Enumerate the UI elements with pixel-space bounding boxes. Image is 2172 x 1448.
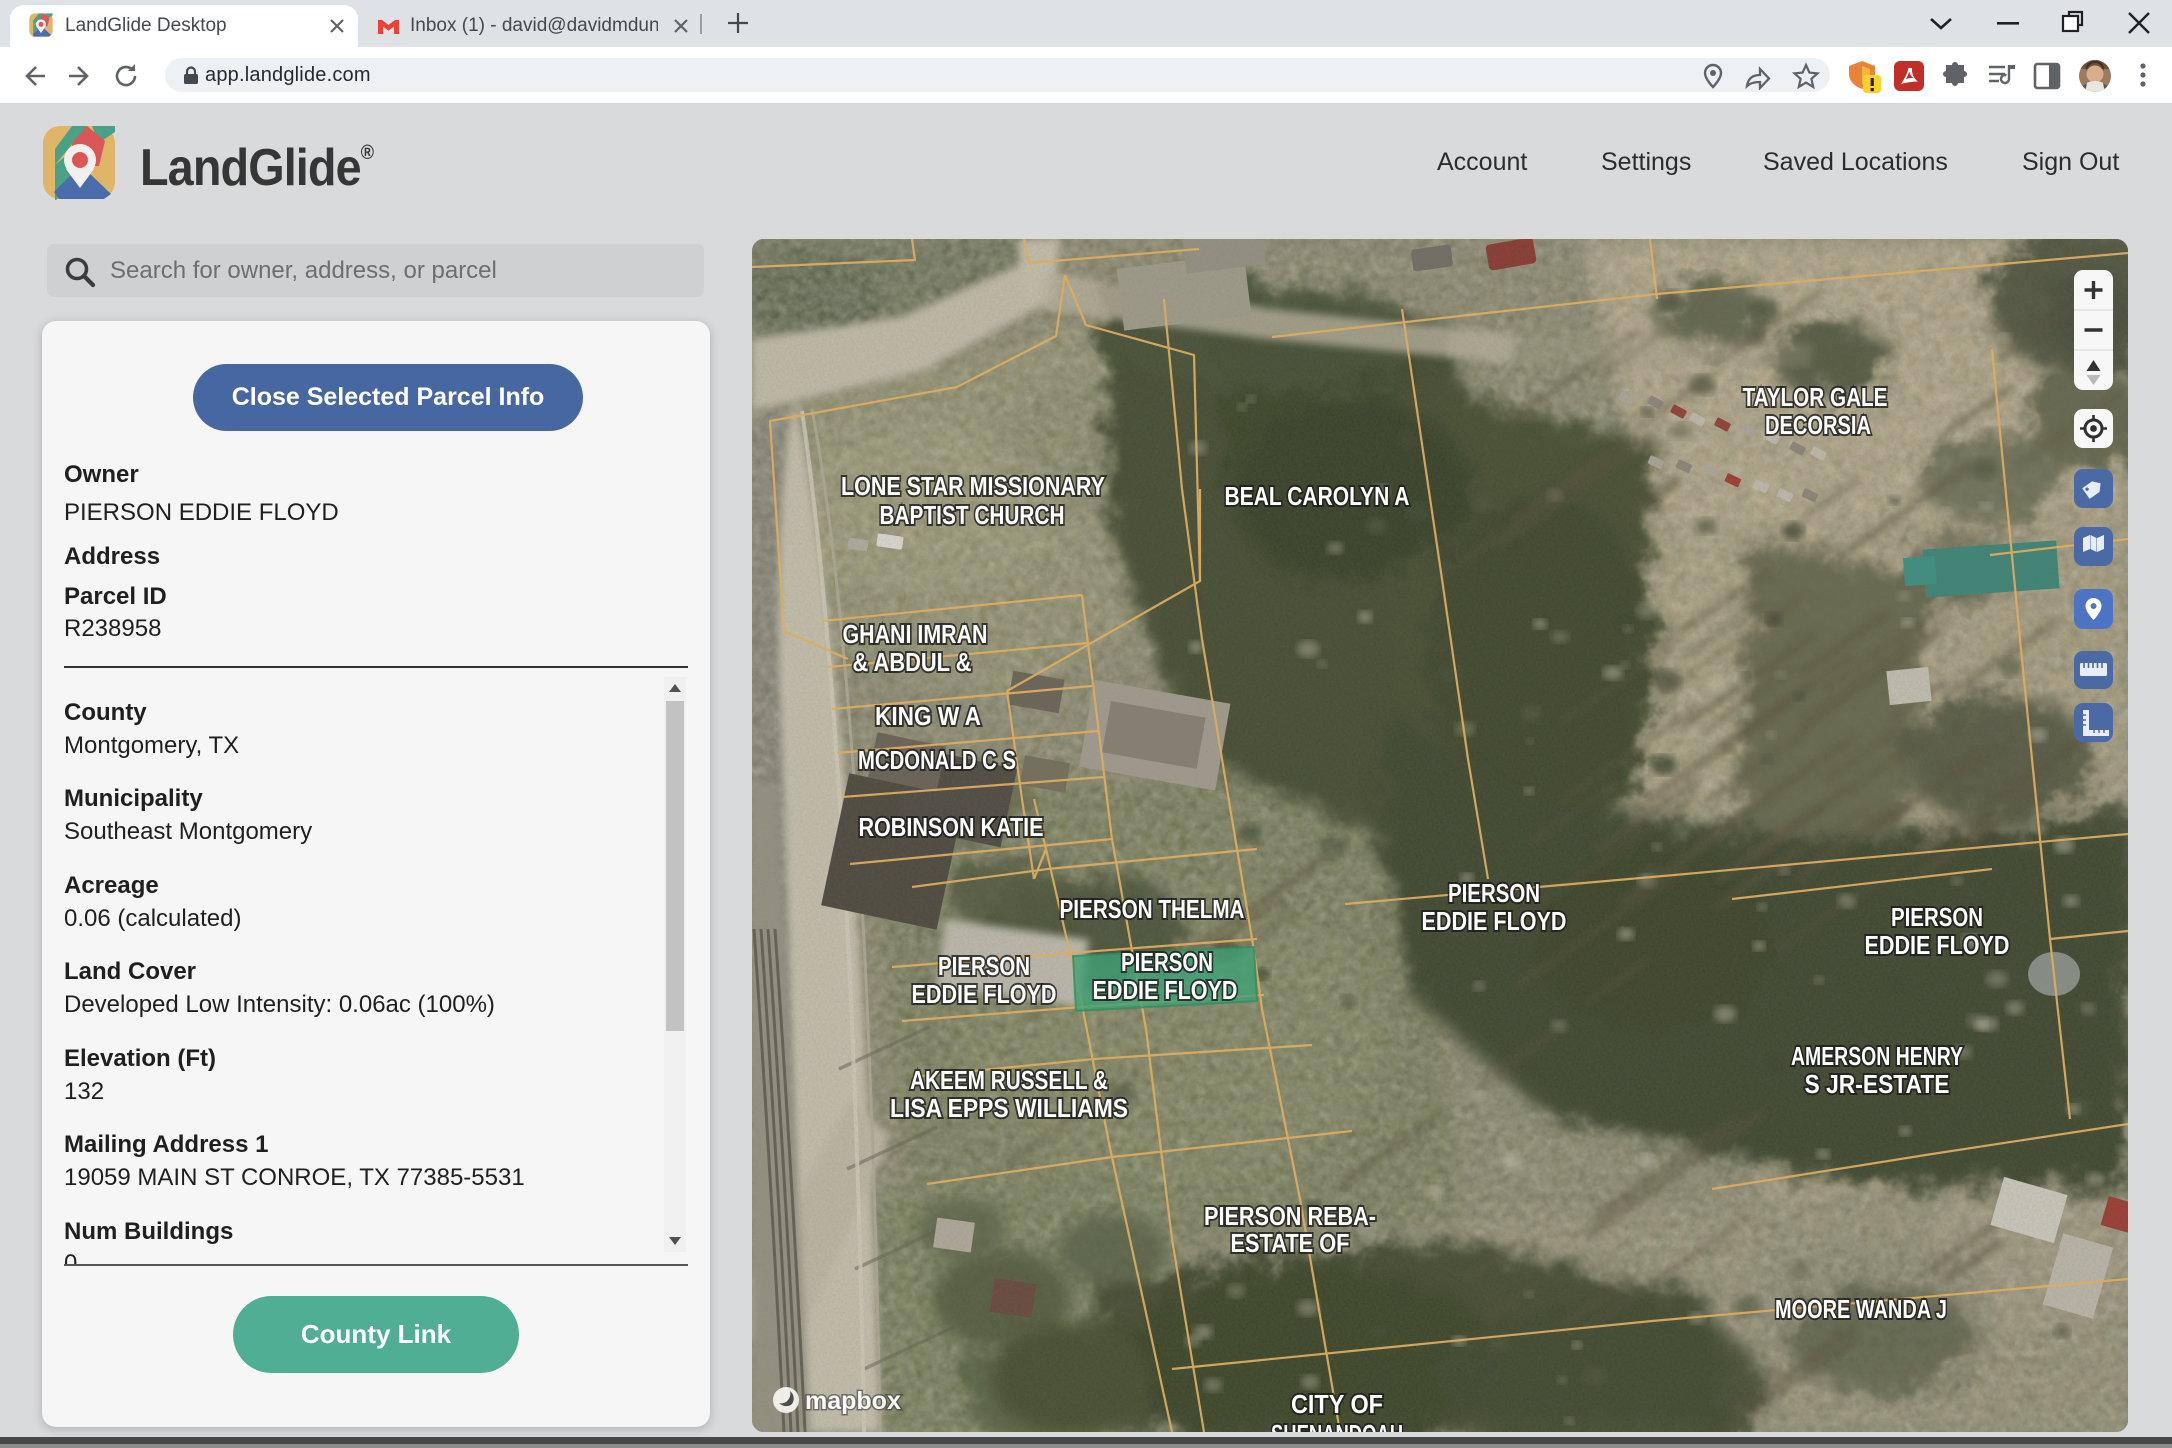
svg-text:EDDIE FLOYD: EDDIE FLOYD — [1865, 930, 2010, 960]
svg-text:SHENANDOAH: SHENANDOAH — [1271, 1419, 1403, 1432]
svg-text:ESTATE OF: ESTATE OF — [1231, 1228, 1350, 1258]
svg-text:ROBINSON KATIE: ROBINSON KATIE — [859, 812, 1044, 842]
svg-text:MCDONALD C S: MCDONALD C S — [858, 745, 1016, 775]
svg-text:PIERSON: PIERSON — [938, 951, 1030, 981]
svg-text:PIERSON THELMA: PIERSON THELMA — [1060, 894, 1245, 924]
svg-text:GHANI IMRAN: GHANI IMRAN — [843, 619, 988, 649]
svg-text:PIERSON REBA-: PIERSON REBA- — [1204, 1201, 1376, 1231]
svg-text:EDDIE FLOYD: EDDIE FLOYD — [1093, 975, 1238, 1005]
svg-text:PIERSON: PIERSON — [1891, 902, 1983, 932]
svg-text:EDDIE FLOYD: EDDIE FLOYD — [912, 979, 1057, 1009]
svg-text:AKEEM RUSSELL &: AKEEM RUSSELL & — [910, 1065, 1108, 1095]
svg-text:KING W A: KING W A — [875, 701, 981, 731]
svg-text:MOORE WANDA J: MOORE WANDA J — [1775, 1294, 1947, 1324]
svg-text:LONE STAR MISSIONARY: LONE STAR MISSIONARY — [841, 471, 1105, 501]
svg-text:TAYLOR GALE: TAYLOR GALE — [1743, 382, 1888, 412]
svg-text:DECORSIA: DECORSIA — [1765, 410, 1871, 440]
svg-text:AMERSON HENRY: AMERSON HENRY — [1791, 1041, 1963, 1071]
svg-text:PIERSON: PIERSON — [1121, 947, 1213, 977]
svg-text:BAPTIST CHURCH: BAPTIST CHURCH — [880, 500, 1065, 530]
svg-text:EDDIE FLOYD: EDDIE FLOYD — [1422, 906, 1567, 936]
svg-text:PIERSON: PIERSON — [1448, 878, 1540, 908]
svg-text:CITY OF: CITY OF — [1291, 1389, 1383, 1419]
svg-text:& ABDUL &: & ABDUL & — [853, 647, 972, 677]
svg-text:S JR-ESTATE: S JR-ESTATE — [1805, 1069, 1950, 1099]
svg-text:LISA EPPS WILLIAMS: LISA EPPS WILLIAMS — [890, 1093, 1128, 1123]
svg-text:BEAL CAROLYN A: BEAL CAROLYN A — [1225, 481, 1410, 511]
svg-text:mapbox: mapbox — [805, 1387, 901, 1415]
